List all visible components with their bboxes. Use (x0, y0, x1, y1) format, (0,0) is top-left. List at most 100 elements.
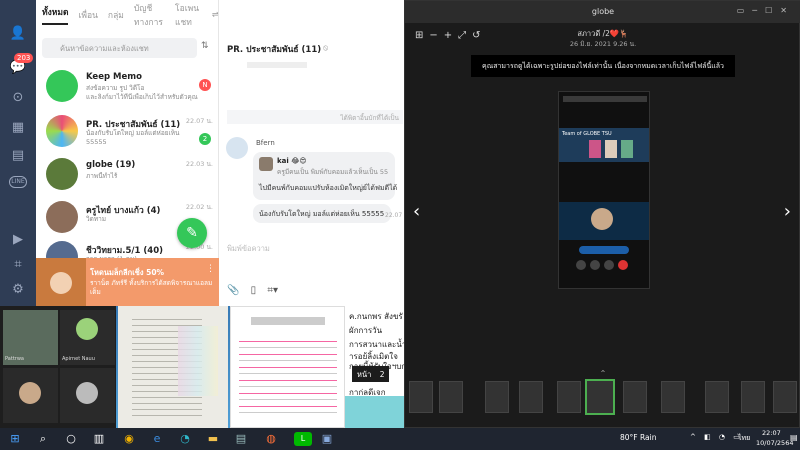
close-icon[interactable]: ✕ (780, 6, 795, 15)
expired-file-notice: คุณสามารถดูได้เฉพาะรูปย่อของไฟล์เท่านั้น… (471, 55, 735, 77)
chat-name: globe (19) (86, 160, 136, 170)
banner-text: Team of GLOBE TSU (562, 131, 612, 137)
page-label: หน้า (357, 370, 372, 379)
message-time: 22.07 (385, 212, 403, 219)
message-input[interactable]: พิมพ์ข้อความ (227, 243, 270, 255)
line-sidebar-rail: 👤 💬 203 ⊙ ▦ ▤ LINE ▶ ⌗ ⚙ (0, 0, 36, 306)
film-thumbnail[interactable] (439, 381, 463, 413)
system-tray[interactable]: ^ ◧ ◔ ▭ (690, 433, 743, 441)
next-arrow-icon[interactable]: › (784, 201, 791, 222)
film-thumbnail[interactable] (485, 381, 509, 413)
chat-time: 22.02 น. (185, 203, 213, 211)
crop-icon[interactable]: ⌗ (8, 255, 28, 275)
film-thumbnail[interactable] (661, 381, 685, 413)
photo-date: 26 มิ.ย. 2021 9.26 น. (569, 40, 637, 48)
line-window: 👤 💬 203 ⊙ ▦ ▤ LINE ▶ ⌗ ⚙ ทั้งหมด เพื่อน … (0, 0, 404, 306)
document-thumbnail[interactable] (230, 306, 345, 428)
search-icon[interactable]: ⌕ (36, 432, 50, 446)
film-thumbnail[interactable] (741, 381, 765, 413)
new-badge: N (199, 79, 211, 91)
page-indicator: หน้า 2 (352, 366, 390, 382)
scanned-document-thumbnail[interactable] (118, 306, 228, 428)
file-icon[interactable]: ▯ (251, 285, 257, 296)
line-openchat-icon[interactable]: LINE (9, 176, 27, 188)
conversation-pane: PR. ประชาสัมพันธ์ (11) ⦸ ได้พิตาอิ้นบักท… (219, 0, 404, 306)
meeting-thumbnail[interactable]: Pattrwa Apirnet Nauu (0, 306, 116, 428)
promo-image (36, 258, 86, 306)
tab-friends[interactable]: เพื่อน (78, 8, 97, 22)
start-icon[interactable]: ⊞ (8, 432, 22, 446)
search-input[interactable]: ค้นหาข้อความและห้องแชท (42, 38, 197, 58)
photos-icon[interactable]: ▣ (320, 432, 334, 446)
film-thumbnail[interactable] (705, 381, 729, 413)
film-thumbnail[interactable] (519, 381, 543, 413)
promo-banner[interactable]: โหดนมล็กลีกเชิ่ง 50% ราาน็ต ภัทร์รี ทั้ง… (36, 258, 219, 306)
message-bubble[interactable]: น้องกับรับโตใหญ่ มอล์แต่ห่อยเห็น 55555 (253, 204, 391, 223)
globe-avatar (46, 158, 78, 190)
friends-icon[interactable]: 👤 (8, 24, 28, 44)
pin-icon[interactable]: ▭ (737, 6, 753, 15)
film-thumbnail[interactable] (409, 381, 433, 413)
settings-icon[interactable]: ⚙ (8, 280, 28, 300)
keep-icon[interactable]: ▦ (8, 118, 28, 138)
clock-time[interactable]: 22:07 (762, 429, 781, 437)
meeting-tile (3, 368, 58, 423)
film-thumbnail[interactable] (773, 381, 797, 413)
teacher-avatar (46, 201, 78, 233)
page-number[interactable]: 2 (380, 370, 385, 379)
tab-groups[interactable]: กลุ่ม (108, 8, 124, 22)
tab-all[interactable]: ทั้งหมด (42, 5, 69, 25)
chrome-icon[interactable]: ◉ (122, 432, 136, 446)
clock-date[interactable]: 10/07/2564 (756, 439, 793, 447)
news-icon[interactable]: ▤ (8, 146, 28, 166)
app-icon[interactable]: ▤ (234, 432, 248, 446)
minimize-icon[interactable]: ─ (752, 6, 765, 15)
viewer-titlebar: globe ▭─☐✕ (405, 1, 800, 23)
film-thumbnail-selected[interactable] (585, 379, 615, 415)
filter-icon[interactable]: ⇌ (212, 10, 218, 20)
video-call-frame (559, 202, 649, 240)
chat-item-globe[interactable]: globe (19) ภาพนี้ทำไร้ 22.03 น. (36, 151, 218, 197)
chat-time: 22.07 น. (185, 117, 213, 125)
firefox-icon[interactable]: ◍ (264, 432, 278, 446)
input-language[interactable]: ไทย (738, 433, 750, 444)
filmstrip (405, 377, 800, 419)
participant-name: Apirnet Nauu (62, 356, 95, 362)
attach-icon[interactable]: 📎 (227, 285, 239, 296)
chat-preview: น้องกับรับโตใหญ่ มอล์แต่ห่อยเห็น (86, 129, 180, 137)
notification-icon[interactable]: ▤ (790, 433, 798, 442)
new-chat-button[interactable]: ✎ (177, 218, 207, 248)
sort-icon[interactable]: ⇅ (201, 41, 209, 51)
film-thumbnail[interactable] (623, 381, 647, 413)
screenshot-icon[interactable]: ⌗▾ (267, 285, 278, 296)
chat-item-pr[interactable]: PR. ประชาสัมพันธ์ (11) น้องกับรับโตใหญ่ … (36, 108, 218, 154)
film-thumbnail[interactable] (557, 381, 581, 413)
tab-official[interactable]: บัญชีทางการ (134, 1, 165, 29)
more-icon[interactable]: ⋮ (206, 264, 215, 274)
task-view-icon[interactable]: ▥ (92, 432, 106, 446)
video-icon[interactable]: ▶ (8, 230, 28, 250)
windows-taskbar: ⊞ ⌕ ○ ▥ ◉ e ◔ ▬ ▤ ◍ L ▣ 80°F Rain ^ ◧ ◔ … (0, 428, 800, 450)
cortana-icon[interactable]: ○ (64, 432, 78, 446)
weather-widget[interactable]: 80°F Rain (620, 433, 656, 442)
tab-openchat[interactable]: โอเพนแชท (175, 1, 202, 29)
text-document-thumbnail[interactable]: ค.กนกพร สังขรั ผักการวัน การสวนาและน้ำแ … (345, 306, 405, 396)
chat-item-keep-memo[interactable]: Keep Memo ส่งข้อความ รูป วิดีโอ และลิงก์… (36, 63, 218, 109)
desktop-strip (345, 395, 405, 428)
sender-name: Bfern (256, 139, 275, 147)
reply-message-bubble[interactable]: kai 😂😍 ครูมีคนเป็น พิมพ์กับคอมแล้วเห็นเป… (253, 152, 397, 200)
pr-avatar (46, 115, 78, 147)
ie-icon[interactable]: e (150, 432, 164, 446)
edge-icon[interactable]: ◔ (178, 432, 192, 446)
explorer-icon[interactable]: ▬ (206, 432, 220, 446)
maximize-icon[interactable]: ☐ (765, 6, 780, 15)
mute-icon: ⦸ (323, 43, 329, 52)
previous-message (247, 62, 307, 68)
chat-time: 22.03 น. (185, 160, 213, 168)
quoted-text: ครูมีคนเป็น พิมพ์กับคอมแล้วเห็นเป็น 55 (277, 168, 389, 176)
previous-arrow-icon[interactable]: ‹ (413, 201, 420, 222)
line-taskbar-icon[interactable]: L (294, 432, 312, 446)
system-notice: ได้พิตาอิ้นบักที่ได้เป็น (227, 110, 403, 124)
timeline-icon[interactable]: ⊙ (8, 88, 28, 108)
unread-badge: 203 (14, 53, 34, 63)
